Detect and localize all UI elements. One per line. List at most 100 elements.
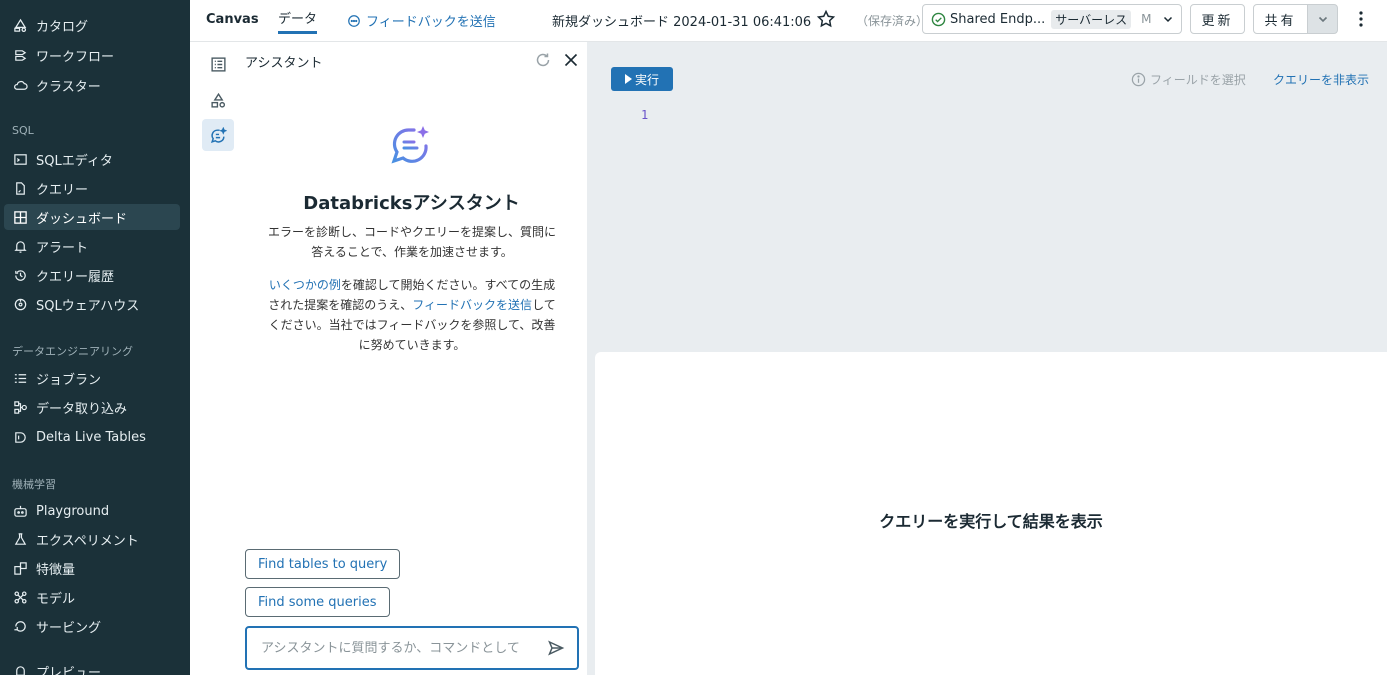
rail-catalog-button[interactable] <box>202 84 234 116</box>
feedback-link[interactable]: フィードバックを送信 <box>347 11 496 30</box>
assistant-help-text: いくつかの例を確認して開始ください。すべての生成された提案を確認のうえ、フィード… <box>267 275 557 355</box>
refresh-icon[interactable] <box>534 51 552 69</box>
assistant-icon <box>210 126 227 143</box>
sidebar-item-label: クエリー履歴 <box>36 269 115 285</box>
sidebar-item-label: SQLエディタ <box>36 153 113 169</box>
sidebar-item-label: SQLウェアハウス <box>36 298 140 314</box>
suggestion-find-queries[interactable]: Find some queries <box>245 587 390 617</box>
warehouse-size: M <box>1141 12 1152 26</box>
examples-link[interactable]: いくつかの例 <box>269 278 341 292</box>
close-icon[interactable] <box>562 51 580 69</box>
share-menu-button[interactable] <box>1307 4 1338 34</box>
sidebar-item-label: プレビュー <box>36 665 102 675</box>
robot-icon <box>12 503 28 519</box>
dashboard-title[interactable]: 新規ダッシュボード 2024-01-31 06:41:06 <box>552 11 811 30</box>
hide-query-link[interactable]: クエリーを非表示 <box>1273 71 1369 88</box>
sidebar-item-label: Delta Live Tables <box>36 429 146 445</box>
warehouse-selector[interactable]: Shared Endp... サーバーレス M <box>922 4 1182 34</box>
sidebar-item-feature-store[interactable]: 特徴量 <box>4 555 180 581</box>
sidebar-item-models[interactable]: モデル <box>4 584 180 610</box>
sidebar-item-workflow[interactable]: ワークフロー <box>4 42 180 68</box>
sidebar-item-label: 特徴量 <box>36 562 76 578</box>
play-icon <box>624 74 632 84</box>
sidebar-item-label: ワークフロー <box>36 49 115 65</box>
assistant-feedback-link[interactable]: フィードバックを送信 <box>412 298 532 312</box>
suggestion-find-tables[interactable]: Find tables to query <box>245 549 401 579</box>
sidebar-item-data-ingestion[interactable]: データ取り込み <box>4 394 180 420</box>
rail-schema-button[interactable] <box>202 48 234 80</box>
sidebar-item-alerts[interactable]: アラート <box>4 233 180 259</box>
warehouse-icon <box>12 296 28 312</box>
sidebar-item-sql-warehouses[interactable]: SQLウェアハウス <box>4 291 180 317</box>
run-button[interactable]: 実行 <box>611 67 673 91</box>
tab-canvas[interactable]: Canvas <box>206 10 259 34</box>
sidebar-item-label: クラスター <box>36 79 101 95</box>
sql-editor-icon <box>12 151 28 167</box>
chat-bubble-icon <box>348 14 360 27</box>
serving-icon <box>12 618 28 634</box>
sidebar-item-clusters[interactable]: クラスター <box>4 72 180 98</box>
sidebar-item-label: クエリー <box>36 182 89 198</box>
assistant-heading: Databricksアシスタント <box>303 193 520 214</box>
sidebar: カタログ ワークフロー クラスター SQL SQLエディタ クエリー ダッシュボ… <box>0 0 190 675</box>
kebab-icon <box>1359 11 1363 27</box>
sidebar-item-delta-live-tables[interactable]: Delta Live Tables <box>4 424 180 450</box>
star-icon[interactable] <box>816 9 836 29</box>
warehouse-name: Shared Endp... <box>950 11 1046 27</box>
saved-status: （保存済み） <box>856 14 929 28</box>
more-menu-button[interactable] <box>1353 9 1369 29</box>
sidebar-section-ml: 機械学習 <box>12 478 56 491</box>
sidebar-item-dashboards[interactable]: ダッシュボード <box>4 204 180 230</box>
query-editor[interactable]: 実行 フィールドを選択 クエリーを非表示 1 <box>587 42 1387 352</box>
workflow-icon <box>12 47 28 63</box>
field-select[interactable]: フィールドを選択 <box>1131 71 1246 88</box>
info-icon <box>1131 72 1146 87</box>
history-icon <box>12 267 28 283</box>
list-icon <box>210 56 226 72</box>
dashboard-icon <box>12 209 28 225</box>
top-bar: Canvas データ フィードバックを送信 新規ダッシュボード 2024-01-… <box>190 0 1387 42</box>
chevron-down-icon <box>1318 16 1327 23</box>
tab-data[interactable]: データ <box>278 10 318 34</box>
assistant-description: エラーを診断し、コードやクエリーを提案し、質問に答えることで、作業を加速させます… <box>267 225 556 259</box>
sidebar-section-sql: SQL <box>12 124 34 137</box>
assistant-input[interactable] <box>261 640 539 656</box>
sidebar-item-label: モデル <box>36 591 76 607</box>
sidebar-item-serving[interactable]: サービング <box>4 613 180 639</box>
assistant-logo-icon <box>391 126 429 164</box>
preview-icon <box>12 663 28 675</box>
sidebar-item-label: ジョブラン <box>36 372 102 388</box>
rail-assistant-button[interactable] <box>202 119 234 151</box>
sidebar-item-job-runs[interactable]: ジョブラン <box>4 365 180 391</box>
sidebar-item-label: エクスペリメント <box>36 533 139 549</box>
sidebar-item-label: Playground <box>36 503 110 519</box>
sidebar-item-queries[interactable]: クエリー <box>4 175 180 201</box>
check-circle-icon <box>931 12 946 26</box>
assistant-title: アシスタント <box>245 56 323 71</box>
results-panel: クエリーを実行して結果を表示 <box>595 352 1387 675</box>
sidebar-section-data-engineering: データエンジニアリング <box>12 345 133 358</box>
field-select-label: フィールドを選択 <box>1150 73 1246 87</box>
share-button[interactable]: 共有 <box>1253 4 1308 34</box>
flask-icon <box>12 531 28 547</box>
assistant-panel: アシスタント Databricksアシスタント エラーを診断し、コードやクエリー… <box>245 42 587 675</box>
assistant-input-box <box>245 626 579 670</box>
warehouse-type-badge: サーバーレス <box>1051 9 1132 29</box>
line-number: 1 <box>641 108 649 122</box>
chevron-down-icon <box>1163 16 1172 23</box>
sidebar-item-label: サービング <box>36 620 102 636</box>
sidebar-item-label: アラート <box>36 240 89 256</box>
run-button-label: 実行 <box>634 72 659 87</box>
sidebar-item-query-history[interactable]: クエリー履歴 <box>4 262 180 288</box>
sidebar-item-playground[interactable]: Playground <box>4 498 180 524</box>
delta-icon <box>12 429 28 445</box>
sidebar-item-catalog[interactable]: カタログ <box>4 12 180 38</box>
send-icon[interactable] <box>547 639 565 657</box>
sidebar-item-sql-editor[interactable]: SQLエディタ <box>4 146 180 172</box>
sidebar-item-label: カタログ <box>36 19 89 35</box>
sidebar-item-experiments[interactable]: エクスペリメント <box>4 526 180 552</box>
sidebar-item-preview[interactable]: プレビュー <box>4 658 180 675</box>
sidebar-item-label: ダッシュボード <box>36 211 128 227</box>
refresh-button[interactable]: 更新 <box>1190 4 1245 34</box>
feedback-link-label: フィードバックを送信 <box>366 15 496 30</box>
